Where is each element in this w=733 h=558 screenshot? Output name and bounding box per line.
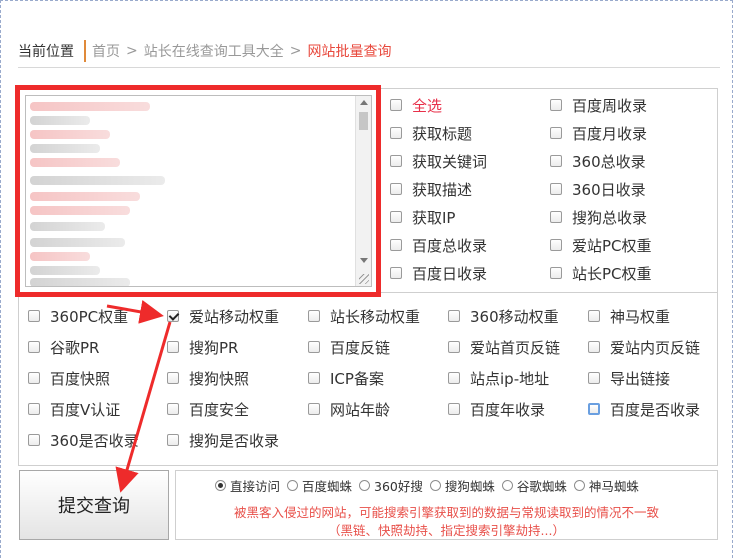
option-baidu-v[interactable]: 百度V认证 [28,399,120,419]
option-site-ip[interactable]: 站点ip-地址 [448,368,549,388]
export-links-checkbox[interactable] [588,372,600,384]
option-aizhan-inner-backlinks[interactable]: 爱站内页反链 [588,337,700,357]
breadcrumb-divider [84,40,86,62]
option-aizhan-mobile[interactable]: 爱站移动权重 [167,306,279,326]
baidu-yearly-checkbox[interactable] [448,403,460,415]
breadcrumb-home-link[interactable]: 首页 [92,41,120,61]
option-baidu-yearly[interactable]: 百度年收录 [448,399,545,419]
aizhan-pc-checkbox[interactable] [550,239,562,251]
breadcrumb-current: 网站批量查询 [307,44,392,60]
baidu-daily-checkbox[interactable] [390,267,402,279]
baidu-weekly-checkbox[interactable] [550,99,562,111]
radio-direct-access-indicator[interactable] [215,480,226,491]
radio-360-haosou[interactable]: 360好搜 [359,476,423,495]
baidu-backlinks-checkbox[interactable] [308,341,320,353]
baidu-total-checkbox[interactable] [390,239,402,251]
breadcrumb-separator: > [289,43,302,59]
radio-shenma-spider-indicator[interactable] [573,480,585,491]
zhanzhang-mobile-checkbox[interactable] [308,310,320,322]
option-baidu-weekly[interactable]: 百度周收录 [550,95,647,115]
option-zhanzhang-mobile[interactable]: 站长移动权重 [308,306,420,326]
radio-direct-access[interactable]: 直接访问 [215,476,280,495]
360-indexed-checkbox[interactable] [28,434,40,446]
submit-query-button[interactable]: 提交查询 [19,470,169,540]
option-baidu-snapshot[interactable]: 百度快照 [28,368,110,388]
option-360-total[interactable]: 360总收录 [550,151,646,171]
baidu-monthly-checkbox[interactable] [550,127,562,139]
breadcrumb-separator: > [126,43,138,59]
option-icp[interactable]: ICP备案 [308,368,384,388]
360-mobile-checkbox[interactable] [448,310,460,322]
radio-360-haosou-indicator[interactable] [359,480,371,491]
option-select-all[interactable]: 全选 [390,95,442,115]
option-sogou-pr[interactable]: 搜狗PR [167,337,238,357]
radio-baidu-spider-indicator[interactable] [287,480,299,491]
site-ip-checkbox[interactable] [448,372,460,384]
baidu-v-checkbox[interactable] [28,403,40,415]
sogou-snapshot-checkbox[interactable] [167,372,179,384]
option-aizhan-home-backlinks[interactable]: 爱站首页反链 [448,337,560,357]
option-sogou-indexed[interactable]: 搜狗是否收录 [167,430,279,450]
aizhan-mobile-checkbox[interactable] [167,310,179,322]
radio-shenma-spider[interactable]: 神马蜘蛛 [573,476,639,495]
icp-checkbox[interactable] [308,372,320,384]
get-keywords-checkbox[interactable] [390,155,402,167]
360-pc-checkbox[interactable] [28,310,40,322]
option-get-description[interactable]: 获取描述 [390,179,472,199]
baidu-snapshot-checkbox[interactable] [28,372,40,384]
option-export-links[interactable]: 导出链接 [588,368,670,388]
sogou-pr-checkbox[interactable] [167,341,179,353]
google-pr-checkbox[interactable] [28,341,40,353]
zhanzhang-pc-checkbox[interactable] [550,267,562,279]
radio-sogou-spider-indicator[interactable] [429,480,441,491]
option-get-title[interactable]: 获取标题 [390,123,472,143]
option-get-ip[interactable]: 获取IP [390,207,455,227]
360-total-checkbox[interactable] [550,155,562,167]
option-sogou-total[interactable]: 搜狗总收录 [550,207,647,227]
breadcrumb: 当前位置 首页 > 站长在线查询工具大全 > 网站批量查询 [18,36,720,66]
option-zhanzhang-pc[interactable]: 站长PC权重 [550,263,652,283]
option-shenma[interactable]: 神马权重 [588,306,670,326]
option-baidu-total[interactable]: 百度总收录 [390,235,487,255]
option-baidu-monthly[interactable]: 百度月收录 [550,123,647,143]
option-sogou-snapshot[interactable]: 搜狗快照 [167,368,249,388]
option-aizhan-pc[interactable]: 爱站PC权重 [550,235,652,255]
option-google-pr[interactable]: 谷歌PR [28,337,99,357]
get-ip-checkbox[interactable] [390,211,402,223]
radio-sogou-spider[interactable]: 搜狗蜘蛛 [429,476,495,495]
option-baidu-indexed[interactable]: 百度是否收录 [588,399,700,419]
get-title-checkbox[interactable] [390,127,402,139]
site-age-checkbox[interactable] [308,403,320,415]
radio-google-spider[interactable]: 谷歌蜘蛛 [501,476,567,495]
hijack-examples-note: （黑链、快照劫持、指定搜索引擎劫持...） [328,523,565,538]
breadcrumb-label: 当前位置 [18,44,74,60]
get-description-checkbox[interactable] [390,183,402,195]
aizhan-home-backlinks-checkbox[interactable] [448,341,460,353]
option-baidu-backlinks[interactable]: 百度反链 [308,337,390,357]
aizhan-inner-backlinks-checkbox[interactable] [588,341,600,353]
sogou-indexed-checkbox[interactable] [167,434,179,446]
shenma-checkbox[interactable] [588,310,600,322]
breadcrumb-tools-link[interactable]: 站长在线查询工具大全 [144,41,284,61]
radio-google-spider-indicator[interactable] [501,480,513,491]
access-mode-radio-group: 直接访问 百度蜘蛛 360好搜 搜狗蜘蛛 谷歌蜘蛛 神马蜘蛛 [215,476,646,495]
select-all-checkbox[interactable] [390,99,402,111]
hijack-warning-note: 被黑客入侵过的网站，可能搜索引擎获取到的数据与常规读取到的情况不一致 [233,505,659,520]
baidu-security-checkbox[interactable] [167,403,179,415]
option-360-indexed[interactable]: 360是否收录 [28,430,139,450]
baidu-indexed-checkbox[interactable] [588,403,600,415]
option-site-age[interactable]: 网站年龄 [308,399,390,419]
annotation-highlight-box [15,85,381,297]
option-baidu-security[interactable]: 百度安全 [167,399,249,419]
option-360-mobile[interactable]: 360移动权重 [448,306,559,326]
breadcrumb-underline [18,67,720,68]
360-daily-checkbox[interactable] [550,183,562,195]
option-360-daily[interactable]: 360日收录 [550,179,646,199]
option-baidu-daily[interactable]: 百度日收录 [390,263,487,283]
option-360-pc[interactable]: 360PC权重 [28,306,128,326]
sogou-total-checkbox[interactable] [550,211,562,223]
radio-baidu-spider[interactable]: 百度蜘蛛 [287,476,352,495]
option-get-keywords[interactable]: 获取关键词 [390,151,487,171]
